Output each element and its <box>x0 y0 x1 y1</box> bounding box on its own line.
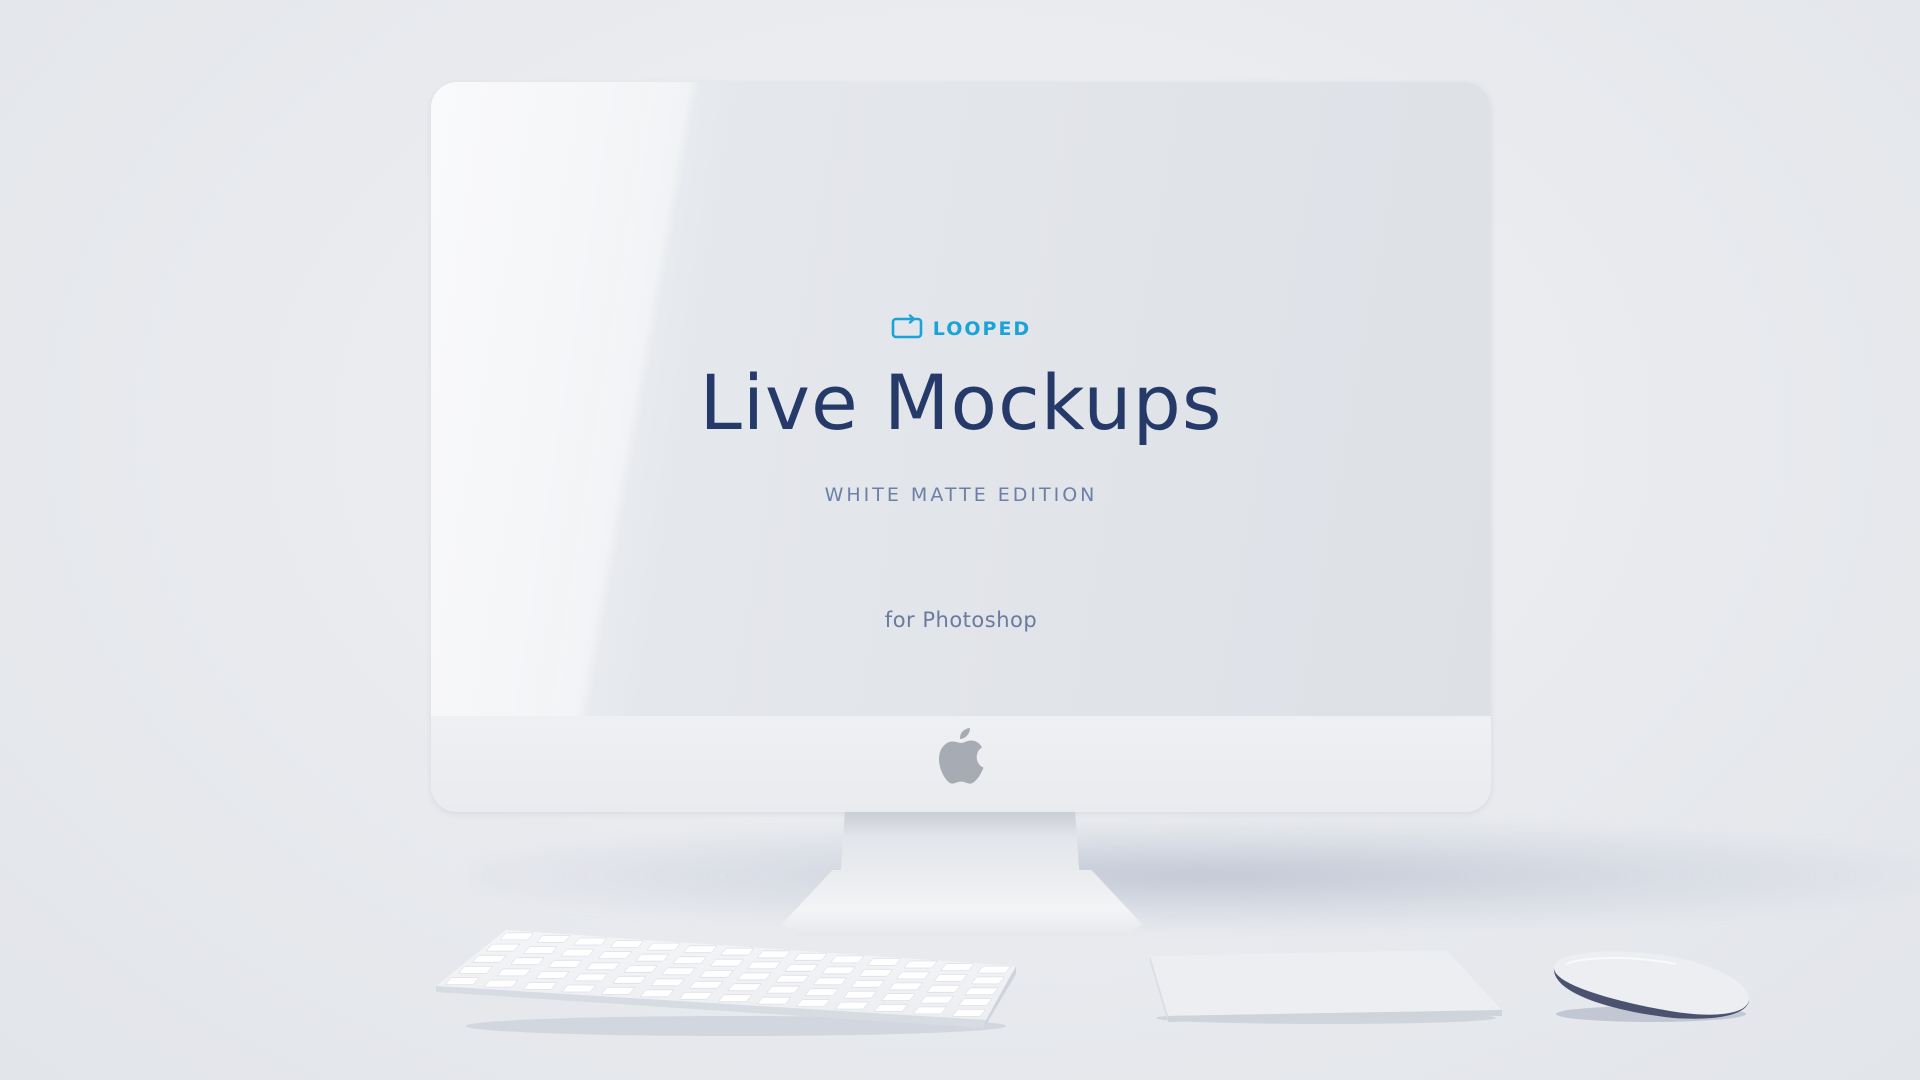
keyboard-key <box>610 940 644 949</box>
keyboard-key <box>523 982 557 990</box>
keyboard-key <box>598 951 632 960</box>
keyboard-key <box>445 977 479 985</box>
keyboard-key <box>472 954 506 963</box>
keyboard-key <box>958 998 992 1006</box>
keyboard-key <box>586 962 620 971</box>
keyboard-key <box>913 1006 947 1015</box>
looped-badge: LOOPED <box>431 314 1491 344</box>
keyboard-key <box>523 946 557 955</box>
keyboard-key <box>728 983 762 992</box>
keyboard-key <box>747 961 781 970</box>
keyboard-key <box>459 966 493 974</box>
keyboard-key <box>612 975 647 984</box>
keyboard-key <box>574 973 608 982</box>
keyboard-key <box>859 968 893 977</box>
keyboard-key <box>486 943 520 952</box>
keyboard-icon <box>436 930 1016 1040</box>
imac-monitor: LOOPED Live Mockups WHITE MATTE EDITION … <box>431 82 1491 812</box>
keyboard-key <box>536 935 571 943</box>
keyboard-key <box>804 988 839 997</box>
keyboard-key <box>977 965 1011 974</box>
keyboard-key <box>560 948 595 957</box>
monitor-screen: LOOPED Live Mockups WHITE MATTE EDITION … <box>431 82 1491 716</box>
keyboard-key <box>500 932 534 941</box>
keyboard-key <box>510 957 544 966</box>
keyboard-key <box>601 987 635 995</box>
keyboard-key <box>793 952 828 961</box>
monitor-stand-base <box>782 870 1142 936</box>
keyboard-key <box>903 960 938 969</box>
edition-subtitle: WHITE MATTE EDITION <box>824 484 1098 506</box>
keyboard-key <box>562 984 596 993</box>
keyboard-key <box>484 979 518 988</box>
trackpad-icon <box>1146 948 1502 1024</box>
keyboard-key <box>737 972 772 981</box>
keyboard-key <box>661 967 696 976</box>
mockup-scene: LOOPED Live Mockups WHITE MATTE EDITION … <box>0 0 1920 1080</box>
platform-label: for Photoshop <box>884 608 1038 632</box>
keyboard-key <box>635 953 669 962</box>
keyboard-key <box>710 958 744 967</box>
keyboard-key <box>647 942 681 951</box>
keyboard-key <box>672 956 707 965</box>
keyboard-key <box>896 971 930 980</box>
keyboard-key <box>784 963 819 972</box>
keyboard-key <box>775 974 809 983</box>
keyboard-key <box>874 1004 908 1012</box>
screen-content: LOOPED Live Mockups WHITE MATTE EDITION … <box>431 82 1491 716</box>
keyboard-key <box>843 990 877 999</box>
keyboard-key <box>940 963 975 971</box>
keyboard-key <box>766 985 800 994</box>
page-title: Live Mockups <box>699 358 1223 447</box>
badge-label: LOOPED <box>932 318 1032 340</box>
keyboard-key <box>889 982 923 991</box>
keyboard-key <box>497 968 531 977</box>
loop-icon <box>891 314 923 344</box>
keyboard-key <box>881 993 916 1001</box>
mouse-icon <box>1546 946 1756 1026</box>
keyboard-key <box>964 987 999 996</box>
keyboard-key <box>927 984 961 993</box>
keyboard-key <box>679 991 713 1000</box>
apple-logo-icon <box>937 726 985 786</box>
keyboard-key <box>757 950 791 959</box>
keyboard-key <box>699 969 734 978</box>
keyboard-key <box>796 999 830 1007</box>
keyboard-key <box>813 977 847 986</box>
keyboard-key <box>651 978 685 987</box>
keyboard-key <box>640 989 674 998</box>
keyboard-key <box>757 996 791 1005</box>
keyboard-key <box>971 976 1005 985</box>
keyboard-key <box>720 947 754 956</box>
keyboard-key <box>830 955 864 964</box>
keyboard-key <box>920 995 954 1004</box>
keyboard-key <box>835 1001 869 1010</box>
keyboard-key <box>867 958 901 966</box>
keyboard-key <box>683 945 717 954</box>
keyboard-key <box>952 1009 986 1017</box>
keyboard-key <box>822 966 856 975</box>
keyboard-key <box>535 971 570 979</box>
keyboard-key <box>689 980 723 989</box>
keyboard-key <box>573 937 607 946</box>
keyboard-key <box>548 959 582 968</box>
keyboard-key <box>624 964 658 973</box>
keyboard-key <box>933 974 968 982</box>
keyboard-key <box>718 994 752 1003</box>
keyboard-key <box>851 979 885 988</box>
floor-shadow <box>470 820 1920 930</box>
